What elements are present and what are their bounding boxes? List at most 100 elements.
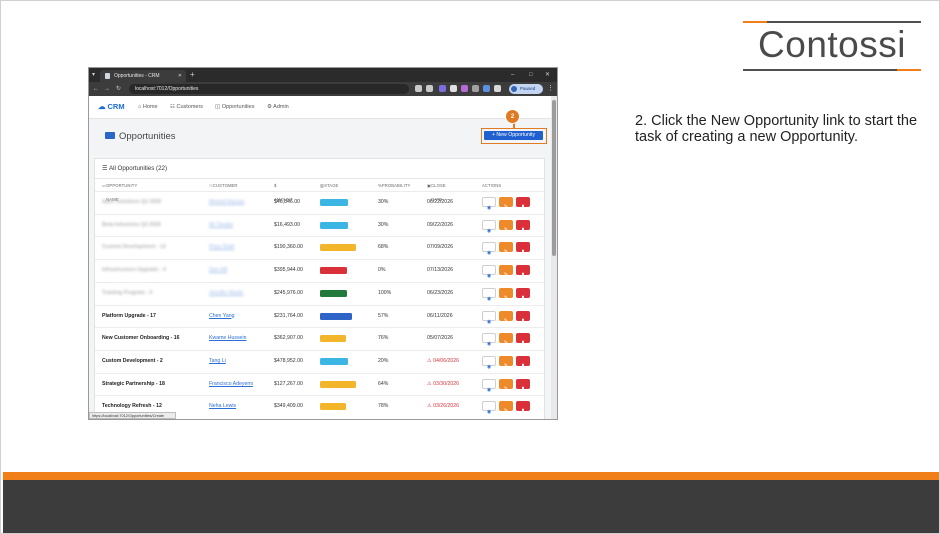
nav-admin[interactable]: ⚙ Admin <box>267 96 289 118</box>
address-bar[interactable]: localhost:7012/Opportunities <box>129 84 409 94</box>
close-tab-icon[interactable]: ✕ <box>178 70 182 82</box>
probability: 100% <box>378 289 392 296</box>
delete-button[interactable]: ▮ <box>516 265 530 278</box>
edit-button[interactable]: ✎ <box>499 219 513 233</box>
edit-button[interactable]: ✎ <box>499 197 513 210</box>
back-icon[interactable]: ← <box>93 82 99 96</box>
customer-link[interactable]: Ali Tanaka <box>209 215 233 236</box>
browser-tab[interactable]: Opportunities - CRM ✕ <box>100 70 186 82</box>
eye-icon: ◉ <box>486 318 492 325</box>
stage-badge: Closed Lost <box>320 267 347 279</box>
zoom-icon[interactable] <box>415 85 422 92</box>
delete-button[interactable]: ▮ <box>516 378 530 392</box>
extension-icon[interactable] <box>439 85 446 92</box>
view-button[interactable]: ◉ <box>482 242 496 256</box>
delete-button[interactable]: ▮ <box>516 310 530 324</box>
customer-link[interactable]: Ahmed Hassan <box>209 192 244 213</box>
nav-label: Opportunities <box>221 104 255 110</box>
nav-home[interactable]: ⌂ Home <box>138 96 158 118</box>
customer-link[interactable]: Jennifer Martin <box>209 283 243 304</box>
forward-icon[interactable]: → <box>104 82 110 96</box>
star-icon[interactable] <box>426 85 433 92</box>
edit-button[interactable]: ✎ <box>499 401 513 414</box>
close-window-icon[interactable]: ✕ <box>545 68 550 82</box>
scrollbar[interactable] <box>551 96 557 419</box>
url-text: localhost:7012/Opportunities <box>135 86 199 92</box>
view-button[interactable]: ◉ <box>482 378 496 393</box>
browser-screenshot: ▾ Opportunities - CRM ✕ + – □ ✕ ← → ↻ lo… <box>89 68 557 419</box>
pencil-icon: ✎ <box>503 204 509 210</box>
profile-button[interactable]: Paused <box>509 84 543 94</box>
close-date-text: 04/06/2026 <box>433 357 460 364</box>
logo-rule <box>743 69 921 71</box>
browser-menu-icon[interactable]: ⋮ <box>547 82 554 96</box>
customer-link[interactable]: Neha Lewis <box>209 396 236 417</box>
view-button[interactable]: ◉ <box>482 355 496 370</box>
extension-icon[interactable] <box>461 85 468 92</box>
customer-link[interactable]: Chen Yang <box>209 306 234 327</box>
edit-button[interactable]: ✎ <box>499 333 513 347</box>
maximize-icon[interactable]: □ <box>529 68 533 82</box>
customer-link[interactable]: Tang Li <box>209 351 226 372</box>
close-date: ⚠ 03/30/2026 <box>427 374 459 395</box>
close-date: 05/07/2026 <box>427 328 453 349</box>
view-button[interactable]: ◉ <box>482 287 496 302</box>
nav-opportunities[interactable]: ◫ Opportunities <box>215 96 254 118</box>
view-button[interactable]: ◉ <box>482 219 496 234</box>
delete-button[interactable]: ▮ <box>516 401 530 414</box>
eye-icon: ◉ <box>486 295 492 302</box>
delete-button[interactable]: ▮ <box>516 219 530 233</box>
eye-icon: ◉ <box>486 205 492 211</box>
delete-button[interactable]: ▮ <box>516 355 530 369</box>
extensions-puzzle-icon[interactable] <box>494 85 501 92</box>
customer-link[interactable]: Priya Shah <box>209 237 234 258</box>
edit-button[interactable]: ✎ <box>499 265 513 278</box>
extension-icon[interactable] <box>483 85 490 92</box>
edit-button[interactable]: ✎ <box>499 287 513 301</box>
pencil-icon: ✎ <box>503 385 509 392</box>
reload-icon[interactable]: ↻ <box>116 82 121 96</box>
amount: $46,846.00 <box>274 199 300 205</box>
eye-icon: ◉ <box>486 250 492 257</box>
customer-link[interactable]: Kwame Hussein <box>209 328 246 349</box>
extension-icon[interactable] <box>450 85 457 92</box>
table-row: Training Program - 5 Jennifer Martin $245,… <box>95 281 544 305</box>
brand-text: CRM <box>107 102 125 111</box>
edit-button[interactable]: ✎ <box>499 378 513 392</box>
view-button[interactable]: ◉ <box>482 265 496 279</box>
brand[interactable]: ☁ CRM <box>98 96 125 118</box>
minimize-icon[interactable]: – <box>511 68 514 82</box>
customer-link[interactable]: Francisco Adeyemi <box>209 374 253 395</box>
nav-customers[interactable]: ☷ Customers <box>170 96 203 118</box>
tab-title: Opportunities - CRM <box>114 73 160 79</box>
footer-band <box>3 480 939 533</box>
edit-button[interactable]: ✎ <box>499 355 513 369</box>
delete-button[interactable]: ▮ <box>516 197 530 210</box>
edit-button[interactable]: ✎ <box>499 242 513 255</box>
scrollbar-thumb[interactable] <box>552 100 556 256</box>
probability: 64% <box>378 380 389 387</box>
tab-menu-icon[interactable]: ▾ <box>92 68 95 82</box>
new-opportunity-button[interactable]: + New Opportunity <box>484 131 543 140</box>
delete-button[interactable]: ▮ <box>516 242 530 255</box>
trash-icon: ▮ <box>521 294 525 301</box>
step-marker: 2 <box>505 109 520 124</box>
pencil-icon: ✎ <box>503 340 509 347</box>
customer-link[interactable]: Dan Hill <box>209 260 227 281</box>
table-row: Custom Development - 2 Tang Li $478,952.00… <box>95 349 544 373</box>
view-button[interactable]: ◉ <box>482 310 496 325</box>
amount: $190,360.00 <box>274 244 303 251</box>
extension-icon[interactable] <box>472 85 479 92</box>
close-date: 07/13/2026 <box>427 260 453 281</box>
edit-button[interactable]: ✎ <box>499 310 513 324</box>
view-button[interactable]: ◉ <box>482 333 496 347</box>
view-button[interactable]: ◉ <box>482 401 496 415</box>
pencil-icon: ✎ <box>503 226 509 233</box>
delete-button[interactable]: ▮ <box>516 287 530 301</box>
delete-button[interactable]: ▮ <box>516 333 530 346</box>
app-navbar: ☁ CRM ⌂ Home ☷ Customers ◫ Opportunities … <box>89 96 551 119</box>
eye-icon: ◉ <box>486 409 492 416</box>
view-button[interactable]: ◉ <box>482 197 496 211</box>
trash-icon: ▮ <box>521 362 525 369</box>
new-tab-icon[interactable]: + <box>190 69 195 81</box>
